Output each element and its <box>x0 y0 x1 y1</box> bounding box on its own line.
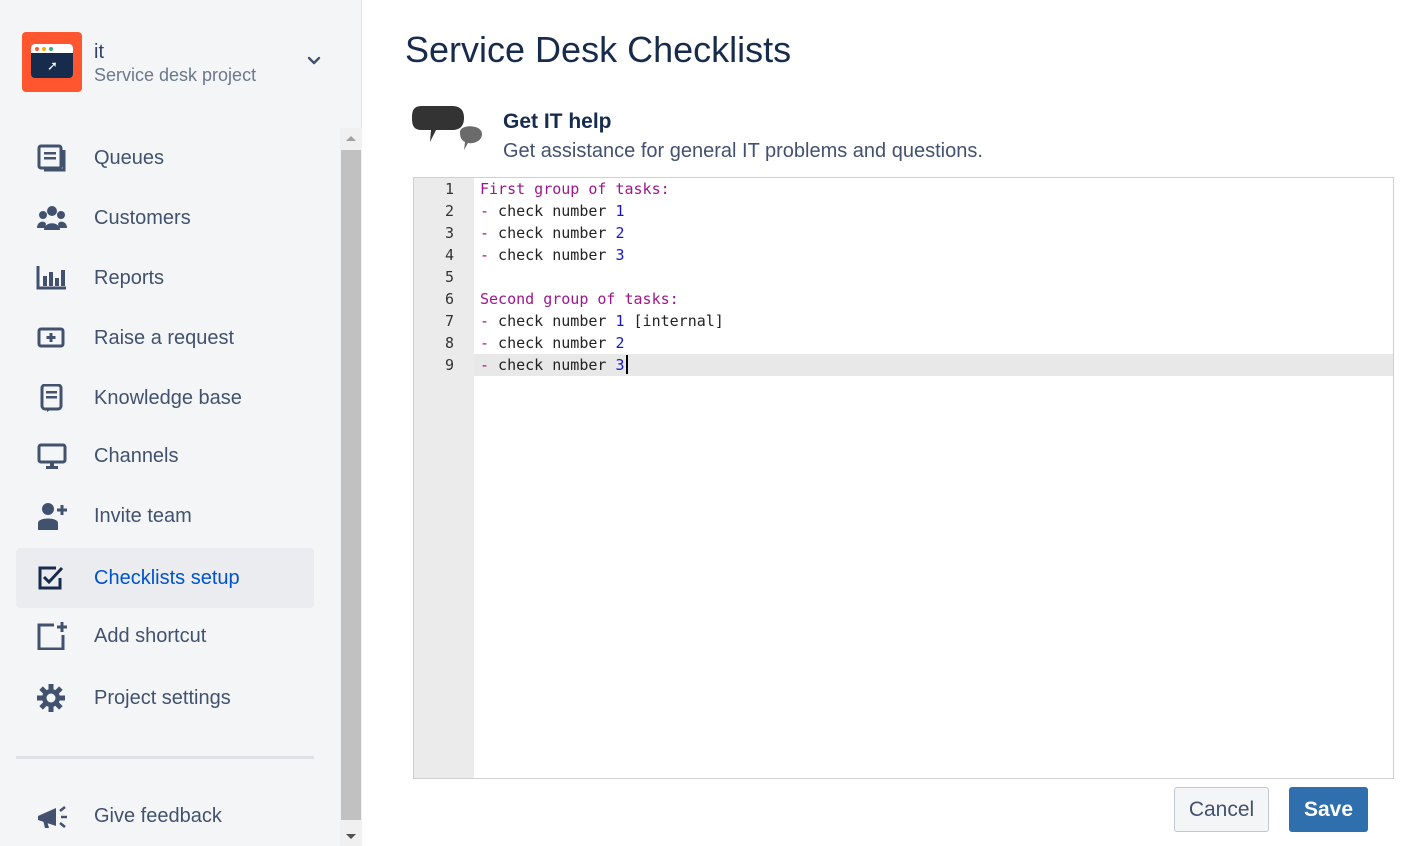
line-number: 1 <box>444 180 454 198</box>
request-type-title: Get IT help <box>503 110 612 133</box>
sidebar-item-project-settings[interactable]: Project settings <box>16 668 314 728</box>
project-name: it <box>94 41 104 63</box>
line-number: 3 <box>444 224 454 242</box>
code-token: - <box>480 356 490 374</box>
code-token: 3 <box>615 356 625 374</box>
project-header[interactable]: ➚ it Service desk project <box>22 32 332 92</box>
line-number: 5 <box>444 268 454 286</box>
sidebar-item-label: Invite team <box>94 505 192 527</box>
code-line[interactable]: - check number 2 <box>480 332 625 354</box>
code-token: Second group of tasks: <box>480 290 679 308</box>
add-shortcut-icon <box>37 622 67 650</box>
gear-icon <box>37 684 65 712</box>
invite-team-icon <box>38 503 67 530</box>
code-token: 1 <box>615 202 625 220</box>
code-line[interactable]: Second group of tasks: <box>480 288 679 310</box>
line-number: 6 <box>444 290 454 308</box>
project-avatar: ➚ <box>22 32 82 92</box>
save-button[interactable]: Save <box>1289 787 1368 832</box>
code-token: check number <box>489 312 616 330</box>
line-number-gutter: 1 2 3 4 5 6 7 8 9 <box>414 178 474 778</box>
queues-icon <box>37 144 66 172</box>
sidebar-item-label: Queues <box>94 147 165 169</box>
code-token: - <box>480 224 490 242</box>
sidebar-divider <box>16 756 314 759</box>
code-line[interactable]: - check number 2 <box>480 222 625 244</box>
reports-icon <box>36 266 66 290</box>
knowledge-base-icon <box>40 384 63 412</box>
code-token: check number <box>489 246 616 264</box>
sidebar-item-give-feedback[interactable]: Give feedback <box>16 786 314 846</box>
code-line[interactable]: First group of tasks: <box>480 178 670 200</box>
code-token: check number <box>489 202 616 220</box>
code-token: 2 <box>615 334 625 352</box>
code-token: check number <box>489 224 616 242</box>
sidebar-item-raise-request[interactable]: Raise a request <box>16 308 314 368</box>
sidebar-item-label: Customers <box>94 207 191 229</box>
sidebar: ➚ it Service desk project Queues Custome… <box>0 0 362 846</box>
sidebar-item-invite-team[interactable]: Invite team <box>16 486 314 546</box>
cancel-button[interactable]: Cancel <box>1174 787 1269 832</box>
line-number: 9 <box>444 356 454 374</box>
code-token: 2 <box>615 224 625 242</box>
line-number: 4 <box>444 246 454 264</box>
code-token: - <box>480 312 490 330</box>
sidebar-scrollbar[interactable] <box>340 128 362 846</box>
channels-icon <box>37 443 67 469</box>
sidebar-item-label: Give feedback <box>94 805 222 827</box>
code-line[interactable]: - check number 3 <box>480 354 628 376</box>
megaphone-icon <box>38 806 67 828</box>
scroll-down-arrow-icon[interactable] <box>340 826 362 846</box>
sidebar-item-queues[interactable]: Queues <box>16 128 314 188</box>
sidebar-item-label: Knowledge base <box>94 387 242 409</box>
scroll-up-arrow-icon[interactable] <box>340 128 362 148</box>
code-line[interactable]: - check number 1 [internal] <box>480 310 724 332</box>
chat-bubbles-icon <box>412 106 482 150</box>
code-token: 3 <box>615 246 625 264</box>
raise-request-icon <box>37 327 65 348</box>
code-token: - <box>480 246 490 264</box>
line-number: 2 <box>444 202 454 220</box>
chevron-down-icon[interactable] <box>306 52 322 68</box>
sidebar-item-label: Raise a request <box>94 327 235 349</box>
sidebar-item-label: Project settings <box>94 687 231 709</box>
sidebar-item-knowledge-base[interactable]: Knowledge base <box>16 368 314 428</box>
code-token: check number <box>489 356 616 374</box>
request-type-header: Get IT help Get assistance for general I… <box>410 102 1310 172</box>
checklist-editor[interactable]: 1 2 3 4 5 6 7 8 9 First group of tasks: - check n… <box>413 177 1394 779</box>
sidebar-item-label: Channels <box>94 445 179 467</box>
code-token: [internal] <box>624 312 724 330</box>
sidebar-item-add-shortcut[interactable]: Add shortcut <box>16 606 314 666</box>
code-token: 1 <box>615 312 625 330</box>
line-number: 8 <box>444 334 454 352</box>
sidebar-item-label: Add shortcut <box>94 625 207 647</box>
code-token: - <box>480 202 490 220</box>
code-token: - <box>480 334 490 352</box>
sidebar-item-reports[interactable]: Reports <box>16 248 314 308</box>
page-title: Service Desk Checklists <box>405 29 792 70</box>
customers-icon <box>37 206 67 230</box>
line-number: 7 <box>444 312 454 330</box>
code-line[interactable]: - check number 1 <box>480 200 625 222</box>
sidebar-item-checklists-setup[interactable]: Checklists setup <box>16 548 314 608</box>
sidebar-item-customers[interactable]: Customers <box>16 188 314 248</box>
request-type-description: Get assistance for general IT problems a… <box>503 140 983 162</box>
checklist-icon <box>38 566 64 590</box>
project-type: Service desk project <box>94 65 257 85</box>
scrollbar-thumb[interactable] <box>341 150 361 820</box>
text-cursor <box>625 355 628 374</box>
sidebar-item-channels[interactable]: Channels <box>16 426 314 486</box>
code-token: check number <box>489 334 616 352</box>
code-line[interactable]: - check number 3 <box>480 244 625 266</box>
sidebar-item-label: Checklists setup <box>94 567 240 589</box>
sidebar-item-label: Reports <box>94 267 165 289</box>
code-token: First group of tasks: <box>480 180 670 198</box>
